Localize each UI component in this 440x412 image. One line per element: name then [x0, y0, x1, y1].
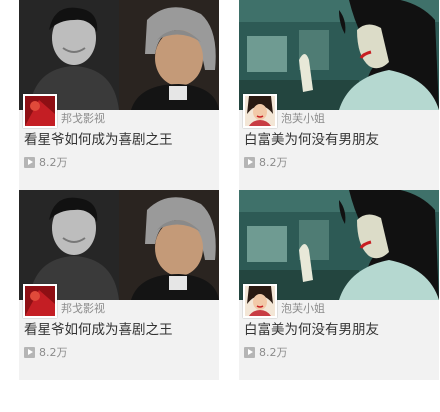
play-icon — [244, 346, 255, 358]
view-count: 8.2万 — [244, 345, 288, 359]
view-count-value: 8.2万 — [39, 346, 68, 359]
video-title[interactable]: 看星爷如何成为喜剧之王 — [24, 131, 173, 149]
video-title[interactable]: 白富美为何没有男朋友 — [244, 321, 379, 339]
video-title[interactable]: 白富美为何没有男朋友 — [244, 131, 379, 149]
video-card[interactable]: 泡芙小姐 白富美为何没有男朋友 8.2万 — [239, 190, 439, 380]
play-icon — [244, 156, 255, 168]
view-count: 8.2万 — [244, 155, 288, 169]
author-avatar[interactable] — [23, 94, 57, 128]
video-card[interactable]: 泡芙小姐 白富美为何没有男朋友 8.2万 — [239, 0, 439, 190]
video-card[interactable]: 邦戈影视 看星爷如何成为喜剧之王 8.2万 — [19, 0, 219, 190]
author-avatar[interactable] — [243, 284, 277, 318]
view-count-value: 8.2万 — [259, 156, 288, 169]
author-name[interactable]: 泡芙小姐 — [281, 112, 325, 126]
author-name[interactable]: 邦戈影视 — [61, 112, 105, 126]
author-avatar[interactable] — [23, 284, 57, 318]
author-name[interactable]: 泡芙小姐 — [281, 302, 325, 316]
view-count-value: 8.2万 — [259, 346, 288, 359]
play-icon — [24, 346, 35, 358]
play-icon — [24, 156, 35, 168]
view-count-value: 8.2万 — [39, 156, 68, 169]
author-name[interactable]: 邦戈影视 — [61, 302, 105, 316]
author-avatar[interactable] — [243, 94, 277, 128]
view-count: 8.2万 — [24, 155, 68, 169]
video-card[interactable]: 邦戈影视 看星爷如何成为喜剧之王 8.2万 — [19, 190, 219, 380]
video-title[interactable]: 看星爷如何成为喜剧之王 — [24, 321, 173, 339]
view-count: 8.2万 — [24, 345, 68, 359]
